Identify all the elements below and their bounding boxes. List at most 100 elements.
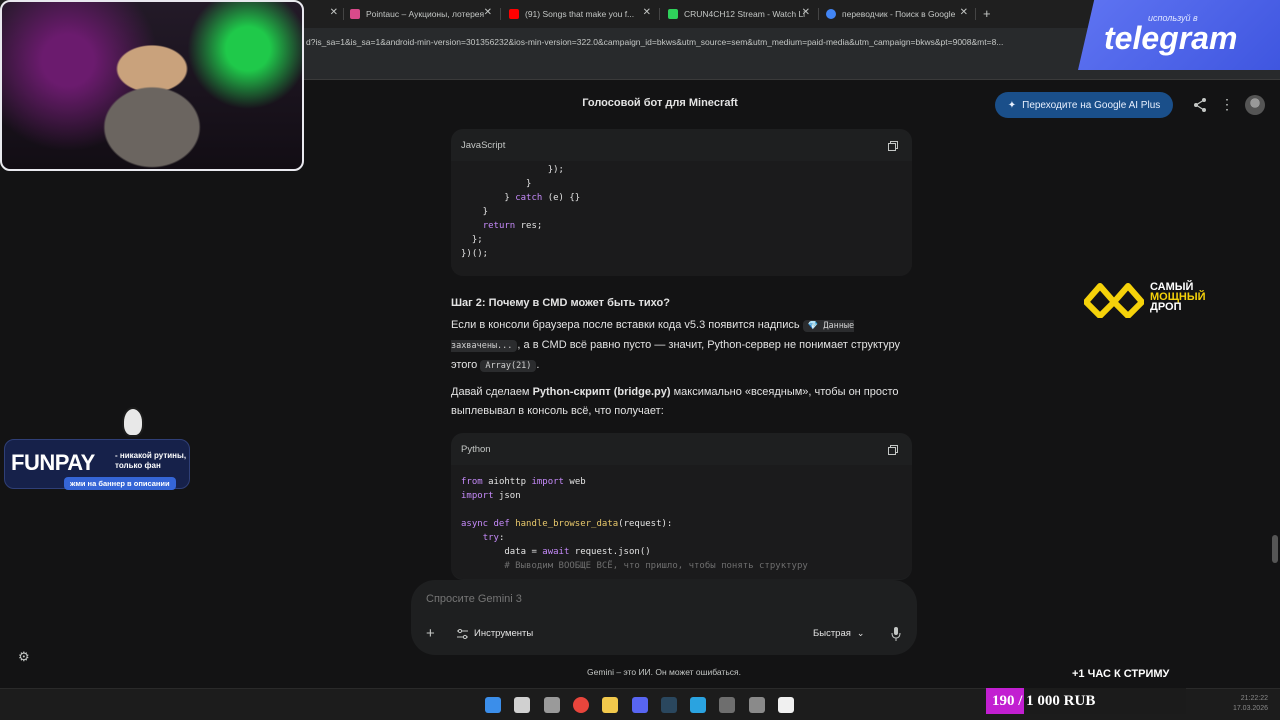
code-body: from aiohttp import web import json async … [451,465,912,579]
tab-label: (91) Songs that make you f... [525,9,635,19]
tools-icon [457,628,468,639]
p1-text-end: . [536,359,540,371]
task-view-icon[interactable] [543,697,560,713]
windows-icon[interactable] [485,697,501,713]
pointauc-favicon-icon [350,9,360,19]
notepad-icon[interactable] [778,697,794,713]
code-line: try: [482,533,505,543]
chrome-icon[interactable] [572,697,589,713]
telegram-banner: используй в telegram [1078,0,1280,70]
discord-icon[interactable] [631,697,648,713]
steam-icon[interactable] [660,697,677,713]
tab-label: CRUN4CH12 Stream - Watch Li [684,9,806,19]
drop-logo-icon [1084,283,1144,318]
upgrade-label: Переходите на Google AI Plus [1022,99,1161,111]
upgrade-button[interactable]: ✦ Переходите на Google AI Plus [995,92,1173,118]
code-language-label: Python [461,444,491,455]
avatar[interactable] [1245,95,1265,115]
code-line: # Выводим ВООБЩЕ ВСЁ, что пришло, чтобы … [461,561,808,571]
funpay-cta: жми на баннер в описании [64,477,176,490]
p2-text-start: Давай сделаем [451,386,530,398]
prompt-input[interactable] [426,593,806,605]
tab-separator [975,8,976,20]
add-attachment-button[interactable]: + [426,625,435,642]
tab-separator [818,8,819,20]
paragraph-1: Если в консоли браузера после вставки ко… [451,316,911,376]
tools-button[interactable]: Инструменты [457,628,533,639]
funpay-tagline: - никакой рутины, только фан [115,451,187,470]
close-tab-icon[interactable]: ✕ [802,7,810,18]
tab-separator [500,8,501,20]
clock-time: 21:22:22 [1240,695,1268,702]
drop-banner: самый мощный дроп [1084,278,1270,320]
tab-separator [659,8,660,20]
model-mode-select[interactable]: Быстрая ⌄ [813,628,864,639]
code-header: Python [451,433,912,465]
code-line: })(); [461,249,489,259]
p2-bold-text: Python-скрипт (bridge.py) [532,386,671,398]
tools-label: Инструменты [474,628,534,639]
obs-icon[interactable] [719,697,736,713]
funpay-logo: FUNPAY [11,450,95,475]
code-header: JavaScript [451,129,912,161]
settings-icon[interactable] [748,697,765,713]
code-line: from aiohttp import web [461,477,586,487]
stream-favicon-icon [668,9,678,19]
donation-goal: 190 / 1 000 RUB [986,688,1186,714]
p1-text-start: Если в консоли браузера после вставки ко… [451,319,800,331]
code-line: data = await request.json() [461,547,651,557]
settings-icon[interactable]: ⚙ [18,649,30,665]
clock-date: 17.03.2026 [1232,705,1268,712]
webcam-overlay [0,0,304,171]
code-line: } [461,179,532,189]
close-tab-icon[interactable]: ✕ [330,7,338,18]
taskbar-clock[interactable]: 21:22:22 17.03.2026 [1220,694,1268,714]
tab-separator [343,8,344,20]
code-line: } catch (e) {} [461,193,581,203]
close-tab-icon[interactable]: ✕ [960,7,968,18]
copy-icon[interactable] [888,141,898,151]
more-options-icon[interactable]: ⋮ [1220,96,1234,113]
code-block-javascript: JavaScript }); } } catch (e) {} } return… [451,129,912,276]
stream-timer-label: +1 ЧАС К СТРИМУ [1072,668,1170,680]
tab-active[interactable]: ✕ [306,4,338,24]
telegram-banner-big: telegram [1104,20,1238,56]
donation-goal-text: 190 / 1 000 RUB [992,693,1096,709]
url-field[interactable]: d?is_sa=1&is_sa=1&android-min-version=30… [306,37,1086,47]
code-body: }); } } catch (e) {} } return res; };})(… [451,161,912,276]
tab-youtube[interactable]: (91) Songs that make you f... ✕ [509,4,651,24]
share-icon[interactable] [1192,97,1208,113]
code-language-label: JavaScript [461,140,506,151]
copy-icon[interactable] [888,445,898,455]
close-tab-icon[interactable]: ✕ [643,7,651,18]
inline-code: Array(21) [480,360,537,372]
search-icon[interactable] [514,697,531,713]
tab-google-search[interactable]: переводчик - Поиск в Google ✕ [826,4,968,24]
chevron-down-icon: ⌄ [856,628,865,638]
disclaimer: Gemini – это ИИ. Он может ошибаться. [587,667,741,677]
drop-text-line: дроп [1150,301,1182,313]
paragraph-2: Давай сделаем Python-скрипт (bridge.py) … [451,383,911,421]
telegram-icon[interactable] [690,697,707,713]
close-tab-icon[interactable]: ✕ [484,7,492,18]
microphone-icon[interactable] [891,627,901,641]
code-line: }); [461,165,564,175]
tab-label: Pointauc – Аукционы, лотерея [366,9,485,19]
code-line: }; [461,235,483,245]
code-line: return res; [482,221,543,231]
step-heading: Шаг 2: Почему в CMD может быть тихо? [451,297,670,309]
youtube-favicon-icon [509,9,519,19]
new-tab-button[interactable]: + [983,6,991,21]
scrollbar-thumb[interactable] [1272,535,1278,563]
code-line: async def handle_browser_data(request): [461,519,673,529]
page-title[interactable]: Голосовой бот для Minecraft [540,97,780,109]
code-line: import json [461,491,521,501]
tab-pointauc[interactable]: Pointauc – Аукционы, лотерея ✕ [350,4,492,24]
code-block-python: Python from aiohttp import web import jso… [451,433,912,580]
funpay-banner: FUNPAY - никакой рутины, только фан жми … [4,405,194,500]
tab-stream[interactable]: CRUN4CH12 Stream - Watch Li ✕ [668,4,810,24]
funpay-mascot-icon [122,407,144,437]
explorer-icon[interactable] [602,697,619,713]
sparkle-icon: ✦ [1007,99,1017,111]
